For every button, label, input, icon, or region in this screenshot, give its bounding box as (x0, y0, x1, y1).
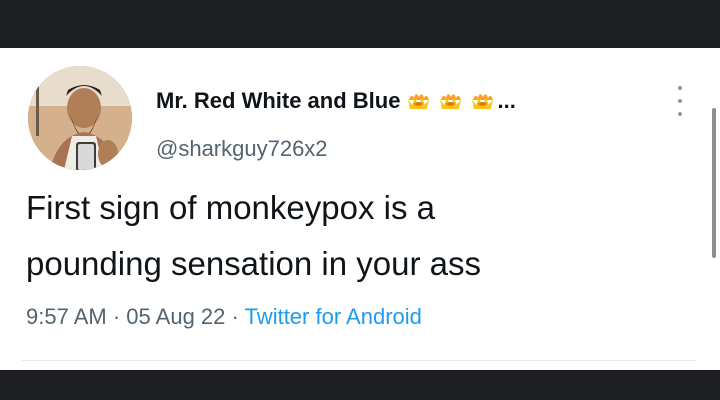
tweet-text-line: First sign of monkeypox is a (26, 189, 435, 226)
crown-fire-icon (472, 94, 494, 109)
crown-fire-icon (440, 94, 462, 109)
vertical-ellipsis-icon[interactable] (674, 86, 686, 116)
author-handle[interactable]: @sharkguy726x2 (156, 136, 328, 162)
avatar-photo-icon (28, 66, 132, 170)
tweet-text: First sign of monkeypox is a pounding se… (26, 180, 686, 292)
display-name-text: Mr. Red White and Blue (156, 88, 401, 113)
tweet-metadata: 9:57 AM · 05 Aug 22 · Twitter for Androi… (26, 304, 422, 330)
scrollbar[interactable] (712, 108, 716, 258)
display-name-ellipsis: ... (497, 88, 516, 113)
divider (22, 360, 696, 361)
tweet-time[interactable]: 9:57 AM (26, 304, 107, 329)
meta-separator: · (231, 304, 239, 329)
tweet-source-link[interactable]: Twitter for Android (245, 304, 422, 329)
tweet-date[interactable]: 05 Aug 22 (126, 304, 225, 329)
author-avatar[interactable] (28, 66, 132, 170)
author-display-name[interactable]: Mr. Red White and Blue ... (156, 88, 516, 114)
top-dark-frame (0, 0, 720, 48)
bottom-dark-frame (0, 370, 720, 400)
tweet-card: Mr. Red White and Blue ... @sharkguy726x… (0, 48, 720, 370)
crown-fire-icon (408, 94, 430, 109)
meta-separator: · (112, 304, 121, 329)
tweet-text-line: pounding sensation in your ass (26, 245, 481, 282)
